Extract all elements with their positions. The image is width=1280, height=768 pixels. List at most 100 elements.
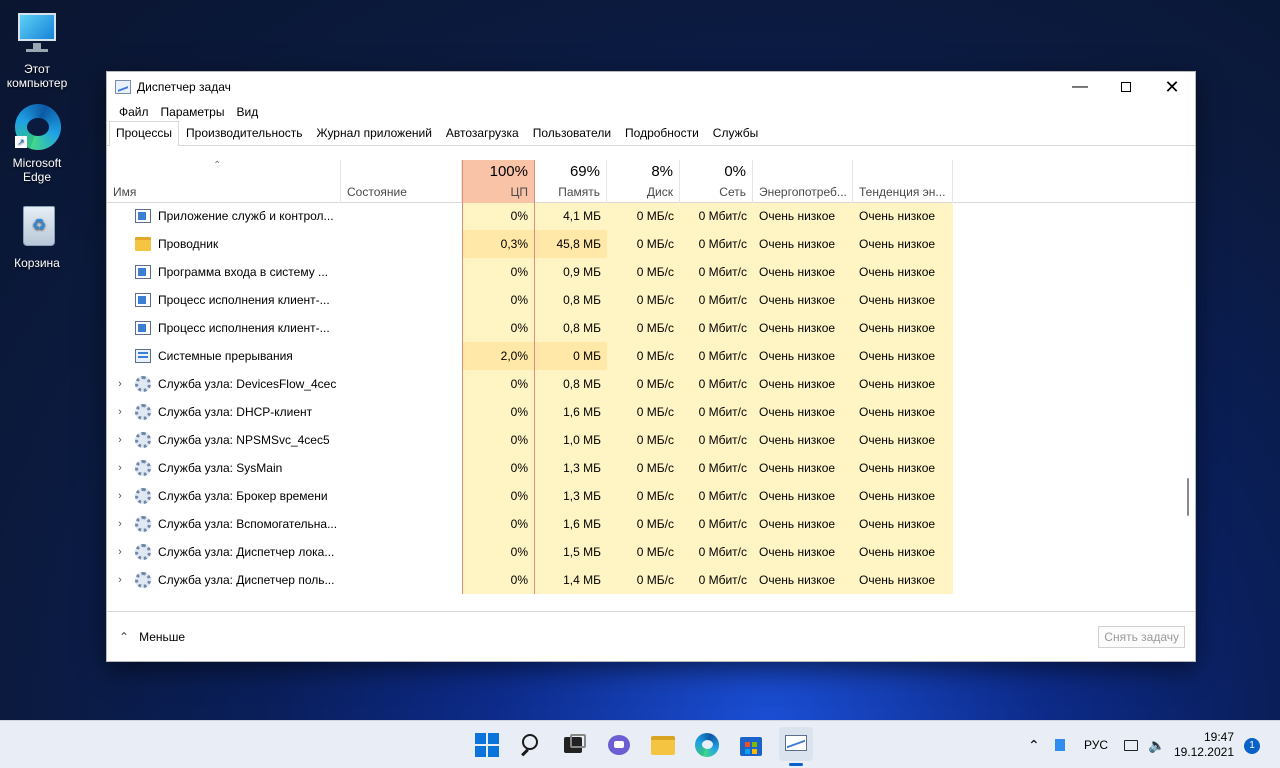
- cpu-cell: 0%: [462, 482, 535, 510]
- maximize-button[interactable]: [1103, 72, 1149, 102]
- table-row[interactable]: › Служба узла: Диспетчер лока... 0% 1,5 МБ 0…: [107, 538, 1181, 566]
- desktop-icon-recycle-bin[interactable]: ♻ Корзина: [0, 204, 74, 270]
- table-row[interactable]: Приложение служб и контрол... 0% 4,1 МБ 0 М…: [107, 202, 1181, 230]
- memory-cell: 0,8 МБ: [535, 370, 607, 398]
- table-row[interactable]: › Служба узла: DHCP-клиент 0% 1,6 МБ 0 МБ/с 0…: [107, 398, 1181, 426]
- tab-services[interactable]: Службы: [706, 121, 765, 145]
- edge-icon: ↗: [13, 104, 61, 152]
- power-usage-cell: Очень низкое: [753, 370, 853, 398]
- expand-chevron-icon[interactable]: ›: [115, 426, 125, 454]
- task-manager-icon[interactable]: [779, 727, 813, 766]
- cpu-cell: 0%: [462, 286, 535, 314]
- expand-chevron-icon[interactable]: ›: [115, 370, 125, 398]
- clock-time: 19:47: [1203, 730, 1234, 744]
- disk-cell: 0 МБ/с: [607, 258, 680, 286]
- column-label: Диск: [646, 185, 673, 199]
- file-explorer-icon[interactable]: [649, 731, 677, 759]
- table-row[interactable]: Программа входа в систему ... 0% 0,9 МБ 0 М…: [107, 258, 1181, 286]
- notification-badge[interactable]: 1: [1244, 738, 1260, 754]
- expand-chevron-icon[interactable]: ›: [115, 482, 125, 510]
- tab-processes[interactable]: Процессы: [109, 121, 180, 146]
- minimize-button[interactable]: —: [1057, 72, 1103, 102]
- column-header-name[interactable]: ⌃ Имя: [107, 160, 341, 203]
- desktop-icon-this-pc[interactable]: Этот компьютер: [0, 10, 74, 90]
- table-row[interactable]: › Служба узла: Диспетчер поль... 0% 1,4 МБ 0…: [107, 566, 1181, 594]
- task-manager-window: Диспетчер задач — ✕ Файл Параметры Вид П…: [106, 71, 1196, 662]
- fewer-details-button[interactable]: ⌃ Меньше: [119, 630, 185, 644]
- store-icon[interactable]: [737, 731, 765, 759]
- status-cell: [341, 342, 462, 370]
- power-trend-cell: Очень низкое: [853, 510, 953, 538]
- process-name-cell: Программа входа в систему ...: [107, 258, 341, 286]
- column-header-power-trend[interactable]: Тенденция эн...: [853, 160, 953, 203]
- gear-icon: [135, 516, 151, 532]
- power-usage-cell: Очень низкое: [753, 566, 853, 594]
- tab-performance[interactable]: Производительность: [179, 121, 309, 145]
- cpu-cell: 2,0%: [462, 342, 535, 370]
- disk-cell: 0 МБ/с: [607, 454, 680, 482]
- power-usage-cell: Очень низкое: [753, 314, 853, 342]
- table-row[interactable]: Системные прерывания 2,0% 0 МБ 0 МБ/с 0 Мбит…: [107, 342, 1181, 370]
- column-header-network[interactable]: 0% Сеть: [680, 160, 753, 203]
- language-indicator[interactable]: РУС: [1084, 721, 1108, 768]
- desktop-icon-edge[interactable]: ↗ Microsoft Edge: [0, 104, 74, 184]
- expand-chevron-icon[interactable]: ›: [115, 454, 125, 482]
- power-trend-cell: Очень низкое: [853, 286, 953, 314]
- cpu-cell: 0%: [462, 370, 535, 398]
- process-name: Служба узла: NPSMSvc_4cec5: [158, 433, 330, 447]
- status-cell: [341, 454, 462, 482]
- clock[interactable]: 19:47 19.12.2021: [1174, 730, 1234, 760]
- tab-details[interactable]: Подробности: [618, 121, 706, 145]
- onedrive-icon[interactable]: [1055, 721, 1065, 768]
- cpu-cell: 0%: [462, 398, 535, 426]
- table-row[interactable]: › Служба узла: NPSMSvc_4cec5 0% 1,0 МБ 0 МБ/…: [107, 426, 1181, 454]
- network-cell: 0 Мбит/с: [680, 426, 753, 454]
- end-task-button[interactable]: Снять задачу: [1098, 626, 1185, 648]
- power-trend-cell: Очень низкое: [853, 398, 953, 426]
- chat-icon[interactable]: [605, 731, 633, 759]
- volume-icon[interactable]: 🔈: [1148, 721, 1165, 768]
- menu-view[interactable]: Вид: [230, 105, 264, 119]
- network-icon[interactable]: [1124, 721, 1138, 768]
- status-cell: [341, 398, 462, 426]
- search-icon[interactable]: [517, 731, 545, 759]
- close-button[interactable]: ✕: [1149, 72, 1195, 102]
- expand-chevron-icon[interactable]: ›: [115, 398, 125, 426]
- tab-app-history[interactable]: Журнал приложений: [310, 121, 439, 145]
- edge-icon[interactable]: [693, 731, 721, 759]
- menu-options[interactable]: Параметры: [155, 105, 231, 119]
- process-name-cell: Процесс исполнения клиент-...: [107, 314, 341, 342]
- power-usage-cell: Очень низкое: [753, 510, 853, 538]
- table-row[interactable]: Проводник 0,3% 45,8 МБ 0 МБ/с 0 Мбит/с Очень …: [107, 230, 1181, 258]
- tab-users[interactable]: Пользователи: [526, 121, 618, 145]
- expand-chevron-icon[interactable]: ›: [115, 510, 125, 538]
- column-header-memory[interactable]: 69% Память: [535, 160, 607, 203]
- expand-chevron-icon[interactable]: ›: [115, 538, 125, 566]
- tab-startup[interactable]: Автозагрузка: [439, 121, 526, 145]
- menu-file[interactable]: Файл: [113, 105, 155, 119]
- show-hidden-icons-button[interactable]: ⌃: [1028, 721, 1040, 768]
- expand-chevron-icon[interactable]: ›: [115, 566, 125, 594]
- table-row[interactable]: Процесс исполнения клиент-... 0% 0,8 МБ 0 М…: [107, 314, 1181, 342]
- table-row[interactable]: › Служба узла: Брокер времени 0% 1,3 МБ 0 МБ…: [107, 482, 1181, 510]
- column-header-power-usage[interactable]: Энергопотреб...: [753, 160, 853, 203]
- column-header-state[interactable]: Состояние: [341, 160, 462, 203]
- table-row[interactable]: › Служба узла: SysMain 0% 1,3 МБ 0 МБ/с 0 Мби…: [107, 454, 1181, 482]
- power-trend-cell: Очень низкое: [853, 258, 953, 286]
- column-header-disk[interactable]: 8% Диск: [607, 160, 680, 203]
- start-icon[interactable]: [473, 731, 501, 759]
- column-header-cpu[interactable]: 100% ЦП: [462, 160, 535, 203]
- vertical-scrollbar[interactable]: [1187, 478, 1189, 516]
- title-bar[interactable]: Диспетчер задач — ✕: [107, 72, 1195, 102]
- disk-cell: 0 МБ/с: [607, 398, 680, 426]
- task-view-icon[interactable]: [561, 731, 589, 759]
- column-label: Энергопотреб...: [759, 185, 847, 199]
- power-trend-cell: Очень низкое: [853, 538, 953, 566]
- table-row[interactable]: › Служба узла: DevicesFlow_4cec5 0% 0,8 МБ 0…: [107, 370, 1181, 398]
- power-trend-cell: Очень низкое: [853, 230, 953, 258]
- disk-cell: 0 МБ/с: [607, 426, 680, 454]
- power-trend-cell: Очень низкое: [853, 566, 953, 594]
- table-row[interactable]: Процесс исполнения клиент-... 0% 0,8 МБ 0 М…: [107, 286, 1181, 314]
- cpu-cell: 0%: [462, 426, 535, 454]
- table-row[interactable]: › Служба узла: Вспомогательна... 0% 1,6 МБ 0…: [107, 510, 1181, 538]
